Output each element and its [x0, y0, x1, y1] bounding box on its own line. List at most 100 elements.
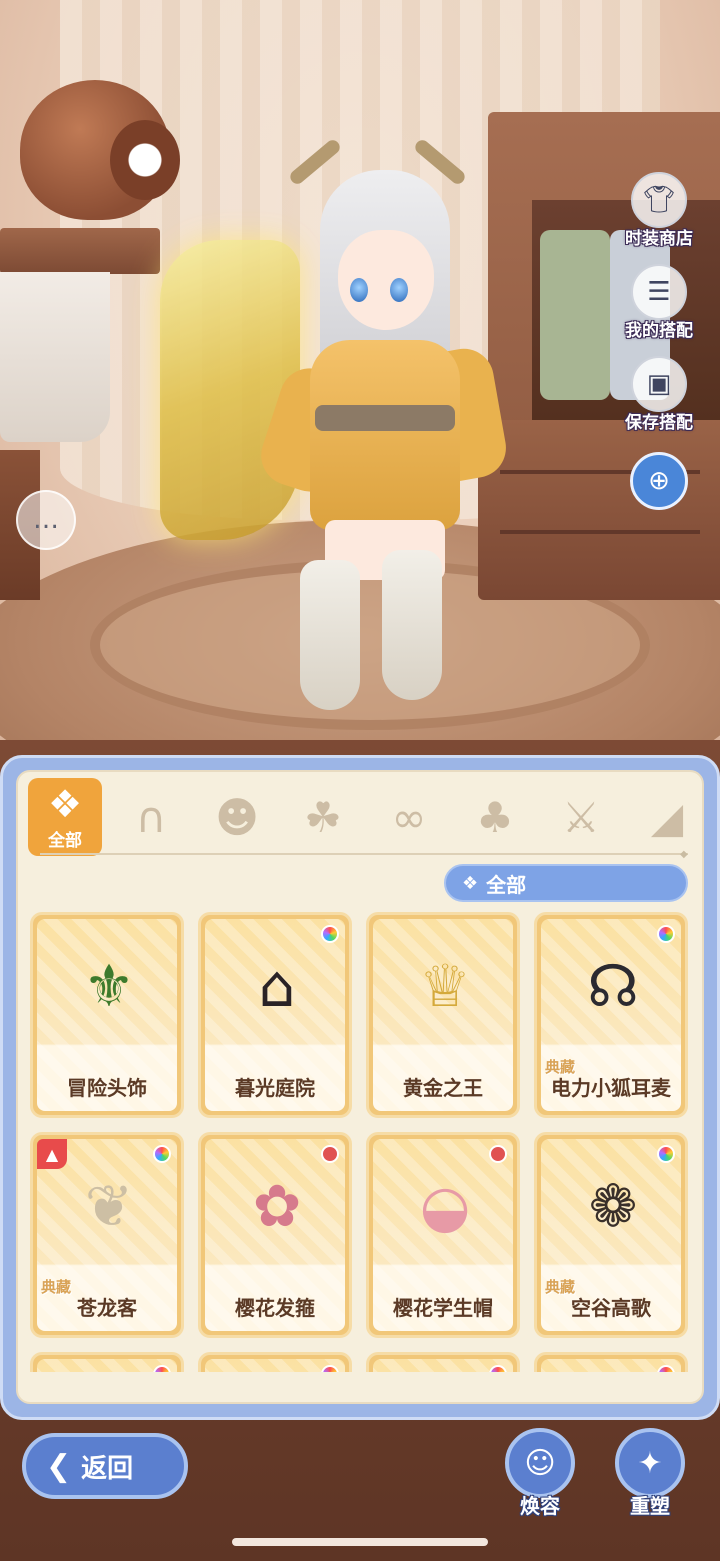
zoom-in-icon: ⊕ — [648, 466, 670, 496]
home-indicator[interactable] — [232, 1538, 488, 1546]
hanger-icon: ☰ — [631, 264, 687, 320]
item-card-body: ♕ 黄金之王 — [373, 919, 513, 1111]
sakura-headband-image: ✿ — [252, 1172, 302, 1240]
item-grid: ⚜ 冒险头饰 ⌂ 暮光庭院 ♕ 黄金之王 ☊ 典藏 电力小狐耳麦 ▲ ❦ 典藏 — [30, 912, 690, 1372]
face-icon: ☺ — [505, 1428, 575, 1498]
item-card-body — [37, 1359, 177, 1372]
item-card[interactable]: ✿ 樱花发箍 — [198, 1132, 352, 1338]
item-name: 苍龙客 — [77, 1296, 137, 1320]
color-variant-icon — [321, 1145, 339, 1163]
item-card[interactable]: ⚜ 冒险头饰 — [30, 912, 184, 1118]
valley-song-image: ❁ — [588, 1172, 638, 1240]
outfit-icon: ♣ — [476, 792, 514, 842]
golden-dragon-effect — [160, 240, 300, 540]
makeover-button[interactable]: ☺ 焕容 — [500, 1428, 580, 1519]
back-button[interactable]: ❮ 返回 — [22, 1433, 188, 1499]
color-variant-icon — [153, 1145, 171, 1163]
boot-left — [300, 560, 360, 710]
my-outfits-label: 我的搭配 — [625, 321, 693, 341]
item-card-body: ⌂ 暮光庭院 — [205, 919, 345, 1111]
grid-icon: ❖ — [47, 781, 83, 826]
hair-icon: ☘ — [304, 792, 342, 842]
item-card[interactable]: ▲ ❦ 典藏 苍龙客 — [30, 1132, 184, 1338]
tab-divider — [40, 853, 688, 855]
item-card[interactable] — [30, 1352, 184, 1372]
floppy-disk-icon: ▣ — [631, 356, 687, 412]
tab-all[interactable]: ❖ 全部 — [28, 778, 102, 856]
body-sparkle-icon: ✦ — [615, 1428, 685, 1498]
eye-mask-icon: ∞ — [391, 792, 427, 842]
tab-eyewear[interactable]: ∞ — [372, 778, 446, 856]
item-card[interactable] — [198, 1352, 352, 1372]
boot-right — [382, 550, 442, 700]
item-card[interactable]: ⌂ 暮光庭院 — [198, 912, 352, 1118]
tab-outfit[interactable]: ♣ — [458, 778, 532, 856]
item-card[interactable]: ♕ 黄金之王 — [366, 912, 520, 1118]
color-variant-icon — [153, 1365, 171, 1372]
item-card[interactable]: ❁ 典藏 空谷高歌 — [534, 1132, 688, 1338]
item-card[interactable]: ☊ 典藏 电力小狐耳麦 — [534, 912, 688, 1118]
hanging-garment-green — [540, 230, 610, 400]
color-variant-icon — [657, 1145, 675, 1163]
tab-headwear[interactable]: ∩ — [114, 778, 188, 856]
item-name: 樱花发箍 — [235, 1296, 315, 1320]
item-name: 空谷高歌 — [571, 1296, 651, 1320]
my-outfits-button[interactable]: ☰ 我的搭配 — [614, 264, 704, 341]
item-card-body: ◒ 樱花学生帽 — [373, 1139, 513, 1331]
grid-icon: ❖ — [462, 872, 479, 894]
hanging-cloth — [0, 272, 110, 442]
chat-button[interactable]: … — [16, 490, 76, 550]
adventure-headpiece-image: ⚜ — [83, 952, 135, 1020]
item-card-body: ☊ 典藏 电力小狐耳麦 — [541, 919, 681, 1111]
item-name: 暮光庭院 — [235, 1076, 315, 1100]
color-variant-icon — [321, 925, 339, 943]
shirt-icon: 👕︎ — [631, 172, 687, 228]
twilight-hat-image: ⌂ — [258, 952, 296, 1020]
chat-bubbles-icon: … — [33, 505, 59, 535]
character-belt — [315, 405, 455, 431]
character-scene — [0, 0, 720, 760]
makeover-label: 焕容 — [520, 1494, 560, 1518]
item-card[interactable] — [534, 1352, 688, 1372]
item-card[interactable]: ◒ 樱花学生帽 — [366, 1132, 520, 1338]
item-card-body: ❁ 典藏 空谷高歌 — [541, 1139, 681, 1331]
player-character[interactable] — [150, 137, 511, 730]
reshape-label: 重塑 — [630, 1494, 670, 1518]
color-variant-icon — [657, 1365, 675, 1372]
filter-dropdown[interactable]: ❖ 全部 — [444, 864, 688, 902]
fashion-shop-button[interactable]: 👕︎ 时装商店 — [614, 172, 704, 249]
tab-face[interactable]: ☻ — [200, 778, 274, 856]
sakura-student-hat-image: ◒ — [419, 1172, 471, 1240]
left-shelf — [0, 228, 160, 274]
item-card-body: ⚜ 冒险头饰 — [37, 919, 177, 1111]
back-arrow-icon: ❮ — [46, 1448, 72, 1484]
item-card-body — [205, 1359, 345, 1372]
save-outfit-label: 保存搭配 — [625, 413, 693, 433]
item-card-body: ▲ ❦ 典藏 苍龙客 — [37, 1139, 177, 1331]
tab-wings[interactable]: ◢ — [630, 778, 704, 856]
item-card-body: ✿ 樱花发箍 — [205, 1139, 345, 1331]
save-outfit-button[interactable]: ▣ 保存搭配 — [614, 356, 704, 433]
character-robe — [310, 340, 460, 530]
cat-ears-icon: ∩ — [135, 792, 167, 842]
item-card-body — [541, 1359, 681, 1372]
drawer-cabinet — [478, 420, 720, 600]
item-card[interactable] — [366, 1352, 520, 1372]
back-label: 返回 — [81, 1453, 134, 1484]
dragon-horns-image: ❦ — [84, 1172, 134, 1240]
golden-crown-image: ♕ — [419, 952, 471, 1020]
item-name: 黄金之王 — [403, 1076, 483, 1100]
color-variant-icon — [321, 1365, 339, 1372]
eye-left — [350, 278, 368, 302]
sword-icon: ⚔ — [562, 792, 600, 842]
tab-hair[interactable]: ☘ — [286, 778, 360, 856]
zoom-in-button[interactable]: ⊕ — [630, 452, 688, 510]
fashion-shop-label: 时装商店 — [625, 229, 693, 249]
cat-ear-headphones-image: ☊ — [587, 952, 639, 1020]
reshape-button[interactable]: ✦ 重塑 — [610, 1428, 690, 1519]
category-tabs: ❖ 全部 ∩ ☻ ☘ ∞ ♣ ⚔ ◢ — [28, 778, 694, 858]
filter-label: 全部 — [486, 872, 527, 897]
tab-all-label: 全部 — [48, 830, 82, 851]
divider-end-icon: ◆ — [680, 849, 688, 860]
tab-weapon[interactable]: ⚔ — [544, 778, 618, 856]
